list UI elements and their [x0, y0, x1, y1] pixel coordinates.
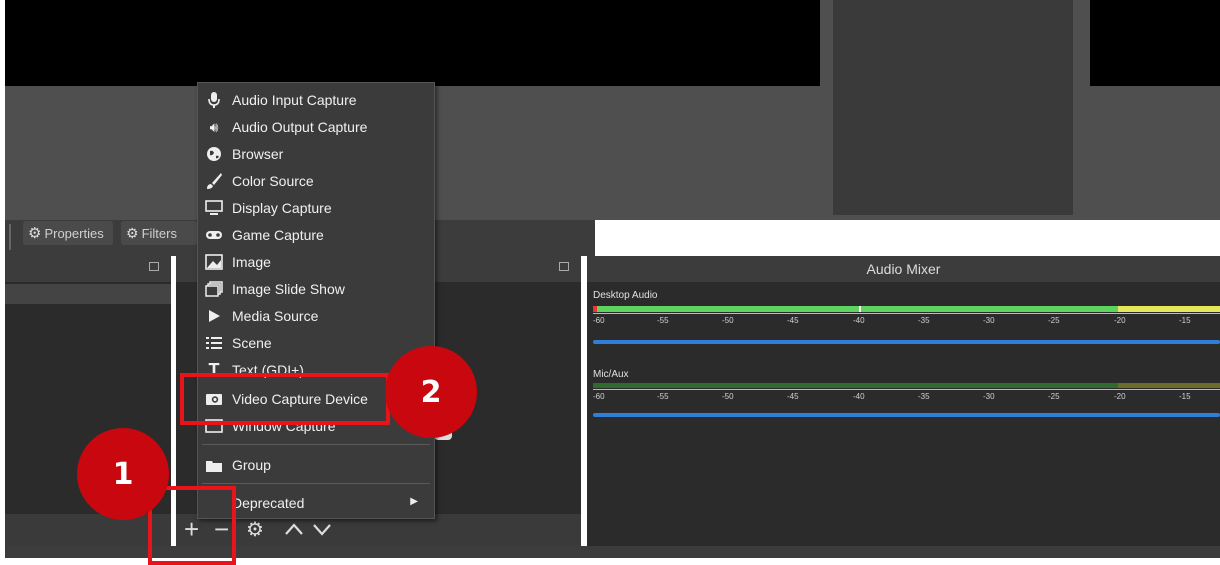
scale-tick: -40	[853, 316, 865, 325]
microphone-icon	[204, 91, 224, 109]
filters-label: Filters	[141, 225, 177, 241]
peak-indicator	[593, 306, 597, 312]
audio-mixer-dock: Audio Mixer Desktop Audio -60 -55 -50 -4…	[587, 256, 1220, 546]
scenes-dock-title	[5, 256, 171, 282]
scale-tick: -20	[1114, 316, 1126, 325]
scale-tick: -25	[1048, 392, 1060, 401]
program-divider-panel	[833, 0, 1073, 215]
meter-yellow-zone	[1118, 383, 1220, 388]
slideshow-icon	[204, 280, 224, 298]
meter-yellow-zone	[1118, 306, 1220, 312]
desktop-audio-volume-slider[interactable]	[593, 340, 1220, 344]
brush-icon	[204, 172, 224, 190]
scale-tick: -40	[853, 392, 865, 401]
menu-item-browser[interactable]: Browser	[198, 141, 434, 167]
filters-button[interactable]: ⚙ Filters	[121, 221, 197, 245]
scale-tick: -30	[983, 316, 995, 325]
mic-aux-volume-slider[interactable]	[593, 413, 1220, 417]
scale-tick: -15	[1179, 392, 1191, 401]
audio-mixer-title: Audio Mixer	[587, 256, 1220, 282]
step-1-badge: 1	[77, 428, 169, 520]
preview-area	[5, 0, 1220, 220]
scene-list-item[interactable]	[5, 284, 171, 304]
toolbar-divider	[9, 224, 11, 250]
filter-icon: ⚙	[126, 224, 139, 241]
gamepad-icon	[204, 226, 224, 244]
desktop-audio-scale: -60 -55 -50 -45 -40 -35 -30 -25 -20 -15	[587, 316, 1220, 328]
source-properties-gear-icon[interactable]: ⚙	[246, 517, 264, 543]
folder-icon	[204, 456, 224, 474]
scale-tick: -35	[918, 316, 930, 325]
menu-item-image[interactable]: Image	[198, 249, 434, 275]
speaker-icon: 🔊︎	[209, 118, 219, 135]
menu-item-audio-input-capture[interactable]: Audio Input Capture	[198, 87, 434, 113]
channel-name: Mic/Aux	[593, 369, 629, 380]
move-up-icon[interactable]	[284, 522, 304, 536]
channel-name: Desktop Audio	[593, 290, 658, 301]
program-canvas	[1090, 0, 1220, 86]
menu-item-audio-output-capture[interactable]: 🔊︎ Audio Output Capture	[198, 114, 434, 140]
menu-item-display-capture[interactable]: Display Capture	[198, 195, 434, 221]
highlight-video-capture-device	[180, 373, 390, 425]
menu-item-image-slide-show[interactable]: Image Slide Show	[198, 276, 434, 302]
meter-scale-line	[593, 313, 1220, 314]
menu-item-color-source[interactable]: Color Source	[198, 168, 434, 194]
undock-icon[interactable]	[559, 262, 569, 271]
menu-separator	[202, 444, 430, 445]
scale-tick: -15	[1179, 316, 1191, 325]
scale-tick: -50	[722, 392, 734, 401]
menu-item-scene[interactable]: Scene	[198, 330, 434, 356]
undock-icon[interactable]	[149, 262, 159, 271]
preview-canvas	[5, 0, 820, 86]
submenu-arrow-icon: ▶	[410, 496, 418, 507]
scale-tick: -25	[1048, 316, 1060, 325]
scale-tick: -60	[593, 316, 605, 325]
meter-peak-marker	[859, 306, 861, 312]
move-down-icon[interactable]	[312, 522, 332, 536]
scale-tick: -55	[657, 316, 669, 325]
mic-aux-meter	[593, 383, 1220, 388]
scale-tick: -45	[787, 392, 799, 401]
scale-tick: -35	[918, 392, 930, 401]
step-2-badge: 2	[385, 346, 477, 438]
meter-scale-line	[593, 389, 1220, 390]
scale-tick: -50	[722, 316, 734, 325]
scenes-footer	[5, 514, 171, 546]
menu-item-media-source[interactable]: Media Source	[198, 303, 434, 329]
play-icon	[204, 307, 224, 325]
scale-tick: -45	[787, 316, 799, 325]
scale-tick: -20	[1114, 392, 1126, 401]
properties-button[interactable]: ⚙ Properties	[23, 221, 113, 245]
menu-item-game-capture[interactable]: Game Capture	[198, 222, 434, 248]
scale-tick: -30	[983, 392, 995, 401]
list-icon	[204, 334, 224, 352]
gear-icon: ⚙	[28, 225, 42, 242]
menu-separator	[202, 483, 430, 484]
scale-tick: -60	[593, 392, 605, 401]
desktop-audio-meter	[593, 306, 1220, 312]
globe-icon	[204, 145, 224, 163]
image-icon	[204, 253, 224, 271]
menu-item-group[interactable]: Group	[198, 452, 434, 478]
monitor-icon	[204, 199, 224, 217]
properties-label: Properties	[44, 225, 104, 241]
scale-tick: -55	[657, 392, 669, 401]
mic-aux-scale: -60 -55 -50 -45 -40 -35 -30 -25 -20 -15	[587, 392, 1220, 404]
add-source-menu: Audio Input Capture 🔊︎ Audio Output Capt…	[197, 82, 435, 519]
